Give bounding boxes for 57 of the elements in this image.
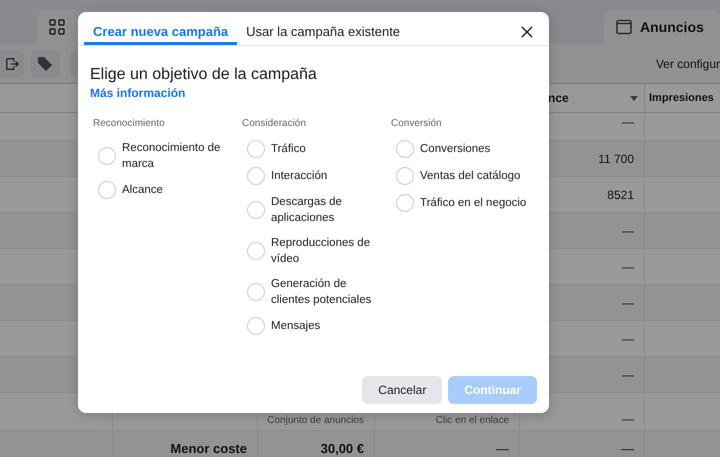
- option-label[interactable]: Descargas de aplicaciones: [271, 189, 387, 230]
- table-cell: —: [622, 412, 634, 426]
- group-label: Consideración: [242, 118, 307, 129]
- radio-button[interactable]: [98, 180, 116, 198]
- export-button[interactable]: [0, 50, 24, 78]
- cell-caption: Conjunto de anuncios: [267, 415, 364, 426]
- radio-button[interactable]: [98, 146, 116, 164]
- table-cell: 8521: [607, 188, 634, 202]
- dialog-tab[interactable]: Usar la campaña existente: [237, 12, 410, 45]
- tag-icon: [37, 56, 53, 72]
- option-label[interactable]: Generación de clientes potenciales: [271, 271, 387, 312]
- option-label[interactable]: Alcance: [122, 177, 238, 202]
- table-cell: —: [496, 441, 509, 456]
- sort-caret-icon[interactable]: [630, 96, 638, 100]
- table-cell: Menor coste: [170, 441, 247, 456]
- group-label: Conversión: [391, 118, 443, 129]
- option-label[interactable]: Tráfico en el negocio: [420, 190, 536, 215]
- option-label[interactable]: Reconocimiento de marca: [122, 135, 238, 176]
- dialog-tab[interactable]: Crear nueva campaña: [84, 12, 238, 45]
- table-cell: —: [621, 441, 634, 456]
- window-icon: [616, 19, 632, 35]
- option-label[interactable]: Interacción: [271, 163, 387, 188]
- export-icon: [5, 56, 19, 70]
- option-label[interactable]: Ventas del catálogo: [420, 163, 536, 188]
- column-header: Impresiones: [649, 92, 714, 104]
- radio-button[interactable]: [247, 242, 265, 260]
- radio-button[interactable]: [247, 166, 265, 184]
- table-cell: —: [622, 296, 634, 310]
- table-cell: 30,00 €: [320, 441, 364, 456]
- group-label: Reconocimiento: [93, 118, 166, 129]
- option-label[interactable]: Conversiones: [420, 136, 536, 161]
- cancel-button[interactable]: Cancelar: [362, 376, 442, 404]
- radio-button[interactable]: [247, 200, 265, 218]
- dialog-title: Elige un objetivo de la campaña: [90, 65, 318, 85]
- tag-button[interactable]: [30, 50, 60, 78]
- view-settings-link[interactable]: Ver configur: [656, 56, 720, 70]
- table-cell: 11 700: [598, 152, 634, 166]
- radio-button[interactable]: [396, 166, 414, 184]
- table-cell: —: [622, 115, 634, 129]
- page-tab[interactable]: Anuncios: [604, 10, 720, 44]
- radio-button[interactable]: [396, 194, 414, 212]
- radio-button[interactable]: [247, 316, 265, 334]
- table-cell: —: [622, 332, 634, 346]
- table-cell: —: [622, 224, 634, 238]
- close-icon[interactable]: [521, 26, 533, 38]
- radio-button[interactable]: [247, 140, 265, 158]
- cell-caption: Clic en el enlace: [436, 415, 509, 426]
- more-info-link[interactable]: Más información: [90, 85, 186, 101]
- table-cell: —: [622, 260, 634, 274]
- grid-icon: [49, 19, 65, 35]
- option-label[interactable]: Mensajes: [271, 313, 387, 338]
- radio-button[interactable]: [247, 282, 265, 300]
- radio-button[interactable]: [396, 140, 414, 158]
- option-label[interactable]: Tráfico: [271, 136, 387, 161]
- option-label[interactable]: Reproducciones de vídeo: [271, 230, 387, 271]
- table-cell: —: [622, 368, 634, 382]
- column-header: nce: [548, 91, 569, 105]
